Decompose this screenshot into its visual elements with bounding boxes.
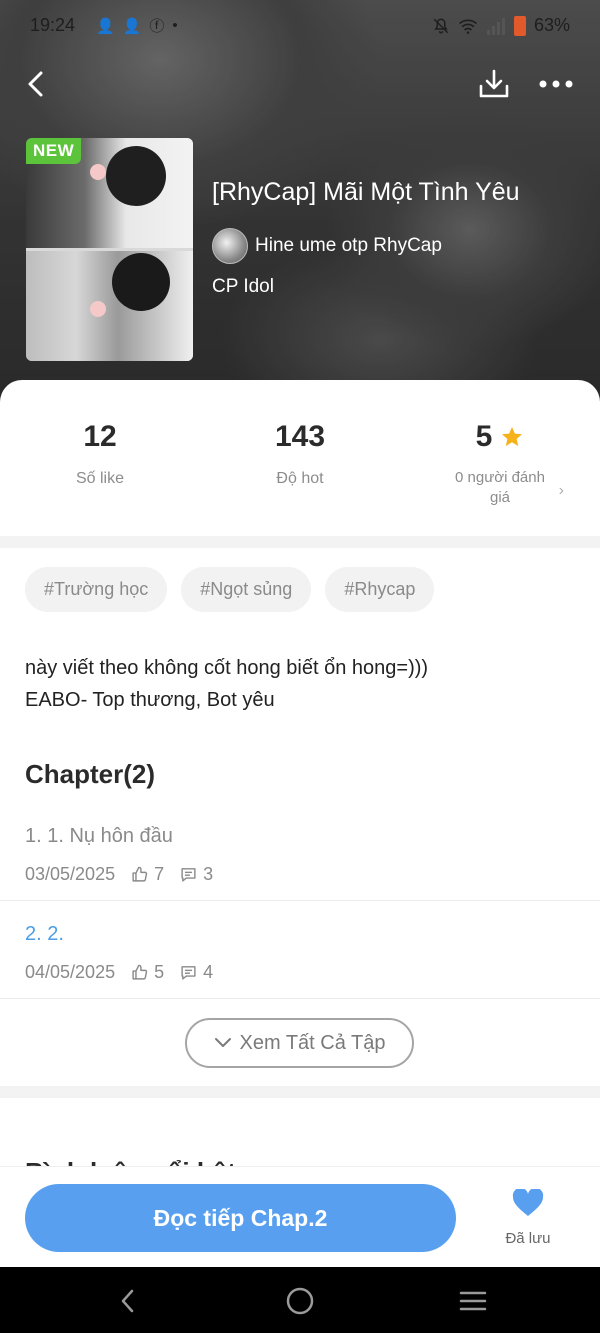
chapter-like-count: 7 [154, 864, 165, 884]
hot-stat: 143 Độ hot [200, 420, 400, 488]
chapter-comments: 4 [180, 962, 213, 983]
battery-percent: 63% [533, 15, 570, 35]
story-cover[interactable] [26, 138, 193, 361]
back-button[interactable] [14, 62, 58, 106]
tag-chip[interactable]: #Ngọt sủng [181, 567, 312, 612]
chapter-meta: 04/05/2025 5 4 [25, 962, 213, 983]
story-header: 19:24 👤 👤 ⓕ • 63% NEW [RhyCap] Mãi Một T… [0, 0, 600, 410]
chapter-heading: Chapter(2) [25, 759, 156, 789]
pig-sticker [90, 164, 106, 180]
story-category[interactable]: CP Idol [212, 276, 274, 298]
rating-value: 5 [475, 420, 493, 453]
facebook-icon: ⓕ [149, 18, 165, 35]
person-icon: 👤 [96, 17, 115, 35]
person-icon: 👤 [122, 17, 142, 35]
author-name[interactable]: Hine ume otp RhyCap [255, 235, 442, 257]
chapter-meta: 03/05/2025 7 3 [25, 864, 213, 885]
likes-count: 12 [83, 420, 117, 453]
more-icon [539, 80, 573, 88]
continue-reading-button[interactable]: Đọc tiếp Chap.2 [25, 1184, 456, 1252]
dot-icon: • [172, 17, 178, 34]
chapter-item[interactable]: 2. 2. 04/05/2025 5 4 [0, 901, 600, 999]
mute-icon [433, 17, 449, 33]
new-badge: NEW [26, 138, 82, 164]
wifi-icon [459, 19, 477, 34]
download-icon [479, 69, 509, 98]
chapter-title[interactable]: 2. 2. [25, 923, 64, 946]
chevron-left-icon [28, 71, 43, 97]
battery-icon [513, 15, 526, 36]
chapter-comments: 3 [180, 864, 213, 885]
hot-count: 143 [274, 420, 326, 453]
chapter-likes: 5 [131, 962, 164, 983]
bottom-action-bar: Đọc tiếp Chap.2 Đã lưu [0, 1166, 600, 1267]
chapter-comment-count: 4 [203, 962, 214, 982]
stats-row: 12 Số like 143 Độ hot 5 0 người đánh giá… [0, 420, 600, 530]
rating-stat[interactable]: 5 0 người đánh giá › [400, 420, 600, 508]
save-label: Đã lưu [505, 1230, 551, 1247]
save-button[interactable]: Đã lưu [496, 1187, 560, 1247]
cover-figure [112, 253, 170, 311]
hot-label: Độ hot [276, 470, 324, 487]
home-circle-icon [286, 1287, 314, 1315]
star-icon [502, 427, 523, 446]
thumbs-up-icon [132, 866, 148, 882]
section-divider [0, 1086, 600, 1098]
chapter-date: 04/05/2025 [25, 962, 116, 982]
cover-figure [106, 146, 166, 206]
author-row[interactable]: Hine ume otp RhyCap [212, 228, 442, 264]
nav-menu-button[interactable] [455, 1283, 491, 1319]
download-button[interactable] [472, 62, 516, 106]
tag-list: #Trường học #Ngọt sủng #Rhycap [25, 567, 435, 612]
chevron-left-icon [121, 1289, 134, 1313]
heart-icon [512, 1187, 544, 1216]
story-description: này viết theo không cốt hong biết ổn hon… [25, 652, 428, 716]
nav-home-button[interactable] [282, 1283, 318, 1319]
chevron-right-icon: › [558, 482, 564, 499]
cover-image-bottom [26, 251, 193, 361]
tag-chip[interactable]: #Rhycap [325, 567, 435, 612]
status-time: 19:24 [30, 15, 76, 35]
thumbs-up-icon [132, 964, 148, 980]
chapter-like-count: 5 [154, 962, 165, 982]
likes-stat: 12 Số like [0, 420, 200, 488]
description-line: này viết theo không cốt hong biết ổn hon… [25, 657, 429, 679]
rating-count-label: 0 người đánh giá [455, 469, 545, 506]
nav-back-button[interactable] [110, 1283, 146, 1319]
section-divider [0, 536, 600, 548]
comment-icon [181, 868, 196, 882]
pig-sticker [90, 301, 106, 317]
notification-icons: 👤 👤 ⓕ • [96, 15, 178, 36]
description-line: EABO- Top thương, Bot yêu [25, 689, 275, 711]
chapter-date: 03/05/2025 [25, 864, 116, 884]
likes-label: Số like [75, 470, 125, 487]
tag-chip[interactable]: #Trường học [25, 567, 168, 612]
story-title: [RhyCap] Mãi Một Tình Yêu [212, 178, 520, 206]
system-navigation-bar [0, 1267, 600, 1333]
more-options-button[interactable] [534, 62, 578, 106]
status-bar: 19:24 👤 👤 ⓕ • 63% [0, 0, 600, 52]
chapter-item[interactable]: 1. 1. Nụ hôn đầu 03/05/2025 7 3 [0, 803, 600, 901]
see-all-label: Xem Tất Cả Tập [239, 1031, 386, 1054]
chapter-likes: 7 [131, 864, 164, 885]
author-avatar[interactable] [212, 228, 248, 264]
chapter-title[interactable]: 1. 1. Nụ hôn đầu [25, 825, 173, 848]
rating-value-row: 5 [400, 420, 600, 454]
chevron-down-icon [214, 1038, 231, 1047]
see-all-chapters-button[interactable]: Xem Tất Cả Tập [185, 1018, 414, 1068]
signal-icon [486, 17, 505, 35]
chapter-comment-count: 3 [203, 864, 214, 884]
system-status: 63% [432, 15, 570, 36]
comment-icon [181, 966, 196, 980]
menu-icon [459, 1291, 487, 1311]
